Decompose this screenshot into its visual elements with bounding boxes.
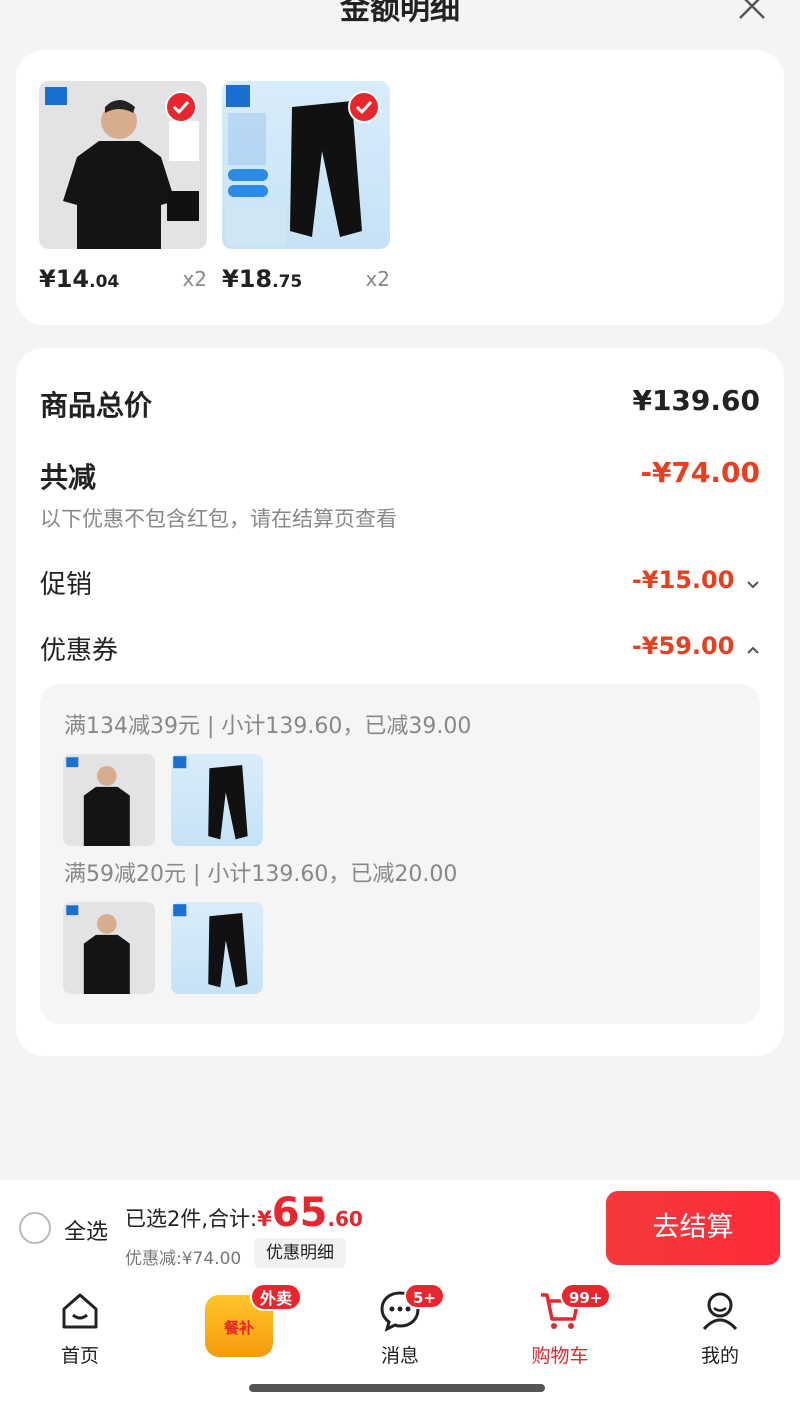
checkout-button[interactable]: 去结算 (606, 1191, 780, 1265)
takeout-badge: 外卖 (250, 1283, 303, 1311)
home-icon (62, 1293, 98, 1329)
checkout-bar: 全选 已选2件,合计:¥65.60 优惠减:¥74.00 优惠明细 去结算 (0, 1180, 800, 1277)
price-decimal: .04 (89, 272, 120, 292)
coupon-line-2: 满59减20元 | 小计139.60，已减20.00 (64, 862, 458, 887)
tab-profile-label: 我的 (700, 1345, 739, 1367)
tab-messages[interactable]: 消息 5+ (340, 1283, 460, 1368)
promo-row[interactable]: 促销 -¥15.00 (40, 564, 760, 601)
coupon-product-thumb (63, 754, 155, 846)
price-decimal: .75 (272, 272, 303, 292)
select-all-radio[interactable] (19, 1212, 51, 1244)
total-reduce-value: -¥74.00 (640, 456, 760, 489)
tab-bar: 首页 餐补 外卖 消息 5+ 购物车 99+ 我的 (0, 1277, 800, 1405)
cart-badge: 99+ (560, 1283, 612, 1309)
page-title: 金额明细 (340, 0, 460, 27)
message-badge: 5+ (404, 1283, 446, 1309)
price-integer: ¥14 (39, 265, 90, 293)
profile-icon (702, 1292, 738, 1331)
tab-cart-label: 购物车 (531, 1345, 589, 1367)
tab-home-label: 首页 (60, 1345, 99, 1367)
close-icon[interactable] (734, 0, 770, 24)
coupon-line-1: 满134减39元 | 小计139.60，已减39.00 (64, 714, 472, 739)
price-row: ¥18.75 x2 (222, 265, 390, 293)
product-item[interactable]: ¥18.75 x2 (222, 81, 390, 293)
product-image-tshirt[interactable] (39, 81, 207, 249)
discount-note-text: 以下优惠不包含红包，请在结算页查看 (40, 507, 397, 531)
header: 金额明细 (0, 0, 800, 30)
discount-summary: 优惠减:¥74.00 (125, 1249, 242, 1269)
coupon-row[interactable]: 优惠券 -¥59.00 (40, 630, 760, 667)
tab-cart[interactable]: 购物车 99+ (500, 1283, 620, 1368)
products-card: ¥14.04 x2 ¥18.75 x2 (16, 50, 784, 325)
total-reduce-row: 共减 -¥74.00 (40, 456, 760, 496)
summary-currency: ¥ (257, 1207, 272, 1231)
summary-total-decimal: .60 (327, 1207, 363, 1231)
promo-value: -¥15.00 (631, 566, 735, 594)
discount-detail-button[interactable]: 优惠明细 (254, 1238, 346, 1268)
price-row: ¥14.04 x2 (39, 265, 207, 293)
coupon-product-thumb (63, 902, 155, 994)
summary-text: 已选2件,合计: (125, 1207, 258, 1231)
promo-value-group[interactable]: -¥15.00 (632, 566, 760, 594)
coupon-detail-box: 满134减39元 | 小计139.60，已减39.00 满59减20元 | 小计… (40, 684, 760, 1024)
chevron-down-icon (747, 580, 759, 588)
promo-label: 促销 (40, 570, 93, 600)
tab-home[interactable]: 首页 (20, 1289, 140, 1368)
total-price-value: ¥139.60 (632, 384, 760, 417)
summary-total-integer: 65 (271, 1190, 328, 1236)
price-detail-card: 商品总价 ¥139.60 共减 -¥74.00 以下优惠不包含红包，请在结算页查… (16, 348, 784, 1056)
check-icon[interactable] (348, 91, 380, 123)
total-price-label: 商品总价 (40, 389, 153, 422)
total-price-row: 商品总价 ¥139.60 (40, 384, 760, 424)
chevron-up-icon (747, 646, 759, 654)
coupon-product-thumb (171, 902, 263, 994)
quantity: x2 (365, 267, 390, 291)
discount-note: 以下优惠不包含红包，请在结算页查看 (40, 503, 760, 533)
selected-summary: 已选2件,合计:¥65.60 (125, 1190, 363, 1240)
price-integer: ¥18 (222, 265, 273, 293)
tab-profile[interactable]: 我的 (660, 1289, 780, 1368)
check-icon[interactable] (165, 91, 197, 123)
quantity: x2 (182, 267, 207, 291)
coupon-value: -¥59.00 (631, 632, 735, 660)
product-image-pants[interactable] (222, 81, 390, 249)
coupon-product-thumb (171, 754, 263, 846)
tab-messages-label: 消息 (380, 1345, 419, 1367)
select-all-label[interactable]: 全选 (64, 1214, 108, 1246)
product-item[interactable]: ¥14.04 x2 (39, 81, 207, 293)
home-indicator (249, 1384, 545, 1392)
meal-subsidy-label: 餐补 (223, 1319, 254, 1337)
coupon-label: 优惠券 (40, 636, 119, 666)
coupon-value-group[interactable]: -¥59.00 (632, 632, 760, 660)
total-reduce-label: 共减 (40, 461, 97, 494)
